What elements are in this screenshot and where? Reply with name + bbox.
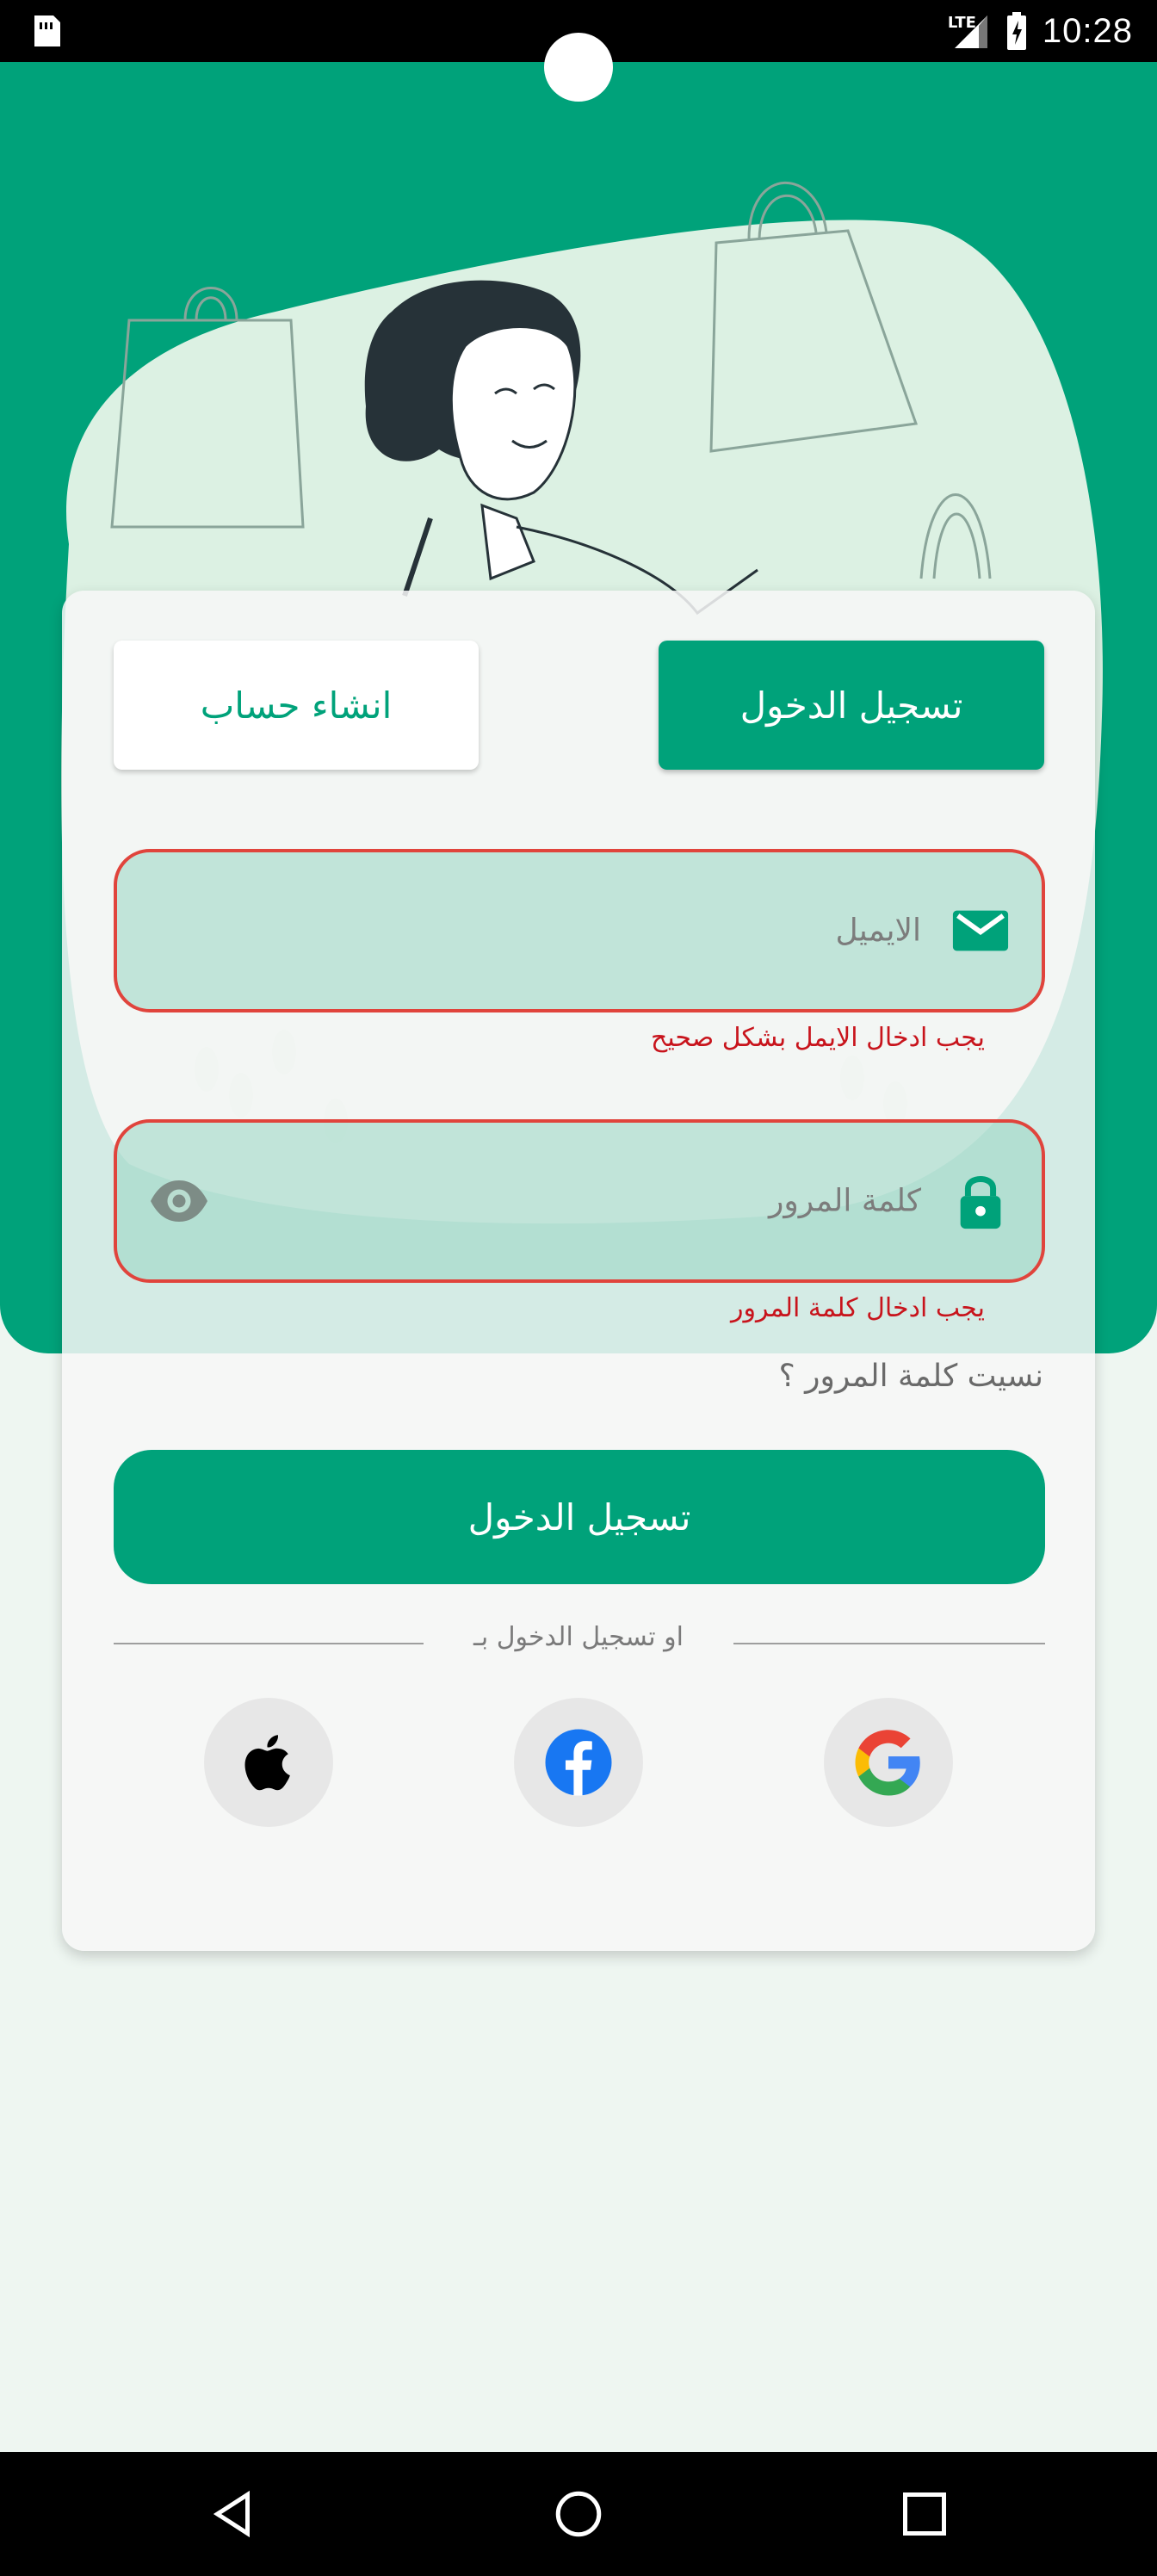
apple-login-button[interactable] — [204, 1698, 333, 1827]
network-type: LTE — [947, 14, 976, 32]
divider-line-right — [733, 1643, 1045, 1644]
password-field[interactable]: كلمة المرور — [114, 1119, 1045, 1283]
navigation-bar — [0, 2452, 1157, 2576]
home-icon[interactable] — [553, 2488, 604, 2540]
lock-icon — [960, 1176, 1001, 1229]
recents-icon[interactable] — [899, 2488, 950, 2540]
email-field[interactable]: الايميل — [114, 849, 1045, 1012]
login-button[interactable]: تسجيل الدخول — [114, 1450, 1045, 1584]
google-login-button[interactable] — [824, 1698, 953, 1827]
tab-login[interactable]: تسجيل الدخول — [659, 641, 1044, 770]
sim-card-icon — [34, 15, 60, 46]
back-icon[interactable] — [207, 2488, 258, 2540]
google-icon — [855, 1730, 920, 1796]
facebook-icon — [545, 1729, 612, 1796]
eye-icon[interactable] — [148, 1170, 210, 1232]
mail-icon — [952, 910, 1009, 951]
login-card: تسجيل الدخول انشاء حساب الايميل يجب ادخا… — [62, 591, 1095, 1951]
signal-icon: LTE — [948, 12, 991, 50]
facebook-login-button[interactable] — [514, 1698, 643, 1827]
camera-cutout — [544, 33, 613, 102]
tab-register[interactable]: انشاء حساب — [114, 641, 479, 770]
email-placeholder: الايميل — [835, 913, 922, 949]
email-error: يجب ادخال الايمل بشكل صحيح — [650, 1023, 985, 1053]
apple-icon — [244, 1735, 290, 1791]
clock: 10:28 — [1042, 11, 1133, 50]
forgot-password-link[interactable]: نسيت كلمة المرور ؟ — [779, 1359, 1043, 1394]
social-divider-text: او تسجيل الدخول بـ — [473, 1622, 684, 1652]
battery-icon — [1006, 12, 1026, 50]
password-error: يجب ادخال كلمة المرور — [731, 1293, 985, 1323]
password-placeholder: كلمة المرور — [768, 1183, 921, 1219]
